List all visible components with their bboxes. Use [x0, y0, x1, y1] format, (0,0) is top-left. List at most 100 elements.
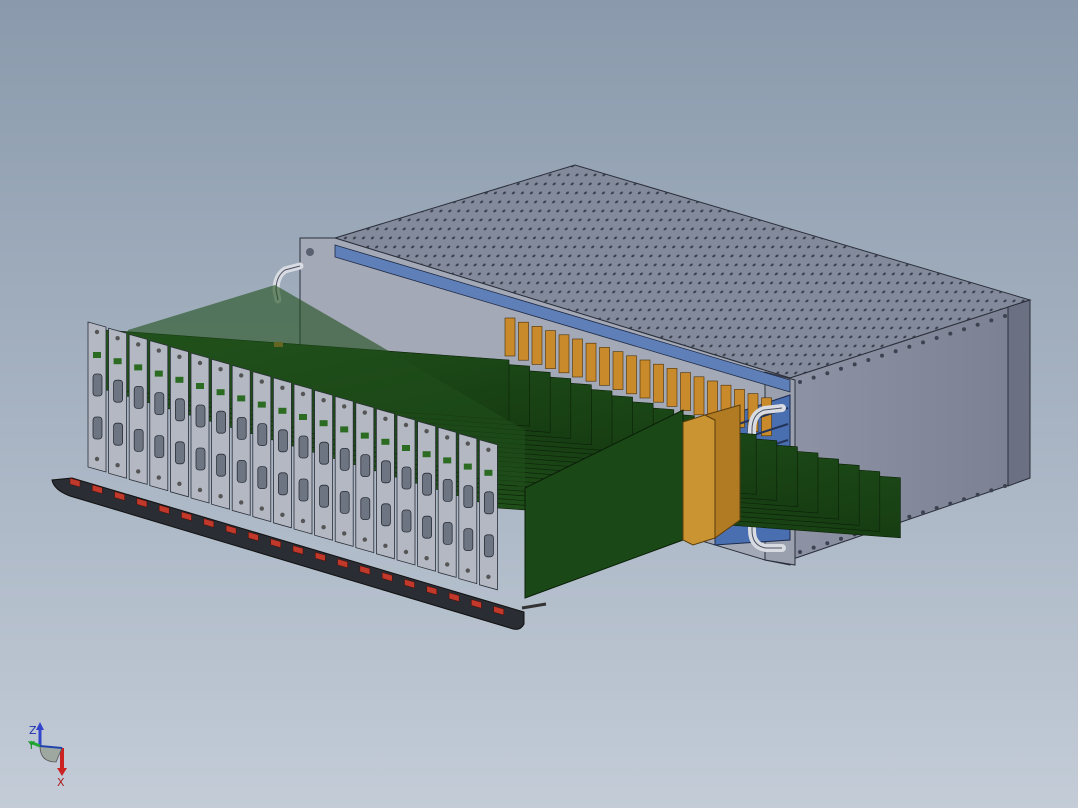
- rivet: [907, 514, 912, 519]
- status-led-icon: [463, 463, 472, 470]
- backplane-connector: [639, 359, 651, 399]
- panel-screw-icon: [486, 447, 491, 452]
- panel-screw-icon: [362, 410, 367, 415]
- backplane-connector: [545, 330, 556, 369]
- card-front-panel: [314, 389, 334, 541]
- panel-screw-icon: [403, 422, 409, 428]
- db9-connector-icon: [319, 441, 330, 465]
- x-axis-label: X: [57, 776, 65, 788]
- z-axis-label: Z: [29, 724, 37, 737]
- card-front-panel: [334, 395, 354, 547]
- rivet: [989, 318, 994, 323]
- backplane-connector: [585, 342, 597, 382]
- status-led-icon: [175, 376, 184, 383]
- db9-connector-icon: [154, 435, 165, 459]
- rivet: [866, 358, 871, 362]
- db9-connector-icon: [401, 509, 412, 533]
- panel-screw-icon: [465, 441, 470, 446]
- axis-triad: Z Y X: [27, 722, 67, 788]
- card-front-panel: [437, 426, 457, 578]
- panel-screw-icon: [259, 379, 264, 384]
- panel-screw-icon: [383, 416, 388, 421]
- db9-connector-icon: [92, 373, 103, 397]
- db9-connector-icon: [483, 491, 494, 515]
- db9-connector-icon: [133, 428, 144, 452]
- status-led-icon: [319, 420, 328, 427]
- panel-face: [417, 420, 437, 572]
- y-axis-label: Y: [27, 739, 35, 752]
- db9-connector-icon: [298, 478, 309, 502]
- db9-connector-icon: [380, 503, 391, 527]
- panel-screw-icon: [177, 354, 182, 359]
- card-front-panel: [87, 321, 107, 473]
- panel-face: [128, 333, 148, 485]
- panel-screw-icon: [218, 494, 223, 499]
- db9-connector-icon: [257, 466, 268, 490]
- rivet: [839, 536, 843, 541]
- backplane-connector: [518, 321, 529, 361]
- card-front-panel: [396, 414, 416, 566]
- backplane-connector: [693, 376, 705, 416]
- backplane-connector: [531, 326, 543, 365]
- rack-chassis-model: [51, 164, 1032, 630]
- db9-connector-icon: [401, 466, 412, 490]
- panel-screw-icon: [383, 543, 388, 548]
- panel-screw-icon: [218, 367, 223, 372]
- status-led-icon: [113, 358, 122, 365]
- backplane-connector: [666, 368, 678, 407]
- card-front-panel: [128, 333, 148, 485]
- backplane-connector: [653, 363, 664, 403]
- db9-connector-icon: [463, 528, 474, 551]
- rivet: [962, 497, 966, 502]
- card-front-panel: [169, 346, 189, 498]
- backplane-connector: [680, 372, 691, 411]
- db9-connector-icon: [113, 422, 123, 446]
- rivet: [975, 322, 980, 327]
- db9-connector-icon: [463, 485, 474, 509]
- status-led-icon: [484, 469, 493, 476]
- panel-screw-icon: [136, 342, 141, 347]
- db9-connector-icon: [339, 490, 350, 514]
- status-led-icon: [237, 395, 246, 402]
- card-front-panel: [149, 340, 169, 492]
- status-led-icon: [381, 438, 390, 445]
- db9-connector-icon: [360, 497, 371, 521]
- status-led-icon: [278, 407, 287, 414]
- db9-connector-icon: [380, 460, 391, 484]
- status-led-icon: [299, 414, 307, 420]
- panel-screw-icon: [424, 556, 429, 561]
- db9-connector-icon: [236, 459, 247, 483]
- panel-face: [478, 439, 498, 591]
- panel-screw-icon: [362, 537, 367, 542]
- card-front-panel: [108, 327, 127, 479]
- panel-face: [437, 426, 457, 578]
- db9-connector-icon: [216, 453, 227, 477]
- model-viewport[interactable]: Z Y X: [0, 0, 1078, 808]
- panel-screw-icon: [342, 404, 347, 409]
- rivet: [880, 353, 884, 358]
- card-front-panel: [231, 364, 251, 516]
- panel-face: [314, 389, 334, 541]
- status-led-icon: [360, 432, 369, 439]
- db9-connector-icon: [133, 385, 144, 409]
- card-front-panel: [458, 433, 478, 585]
- db9-connector-icon: [216, 410, 227, 434]
- db9-connector-icon: [195, 447, 206, 471]
- db9-connector-icon: [154, 392, 165, 416]
- card-front-panel: [211, 358, 231, 510]
- panel-face: [211, 358, 231, 510]
- panel-face: [355, 402, 375, 554]
- rivet: [962, 327, 966, 332]
- card-front-panel: [375, 408, 395, 560]
- panel-face: [108, 327, 127, 479]
- rivet: [921, 340, 925, 345]
- panel-screw-icon: [197, 487, 203, 493]
- status-led-icon: [257, 401, 266, 408]
- backplane-connector: [599, 347, 610, 386]
- panel-screw-icon: [239, 373, 244, 378]
- side-connector-block[interactable]: [682, 404, 741, 546]
- status-led-icon: [93, 352, 101, 358]
- db9-connector-icon: [483, 534, 494, 558]
- rivet: [934, 336, 939, 340]
- panel-screw-icon: [177, 481, 182, 486]
